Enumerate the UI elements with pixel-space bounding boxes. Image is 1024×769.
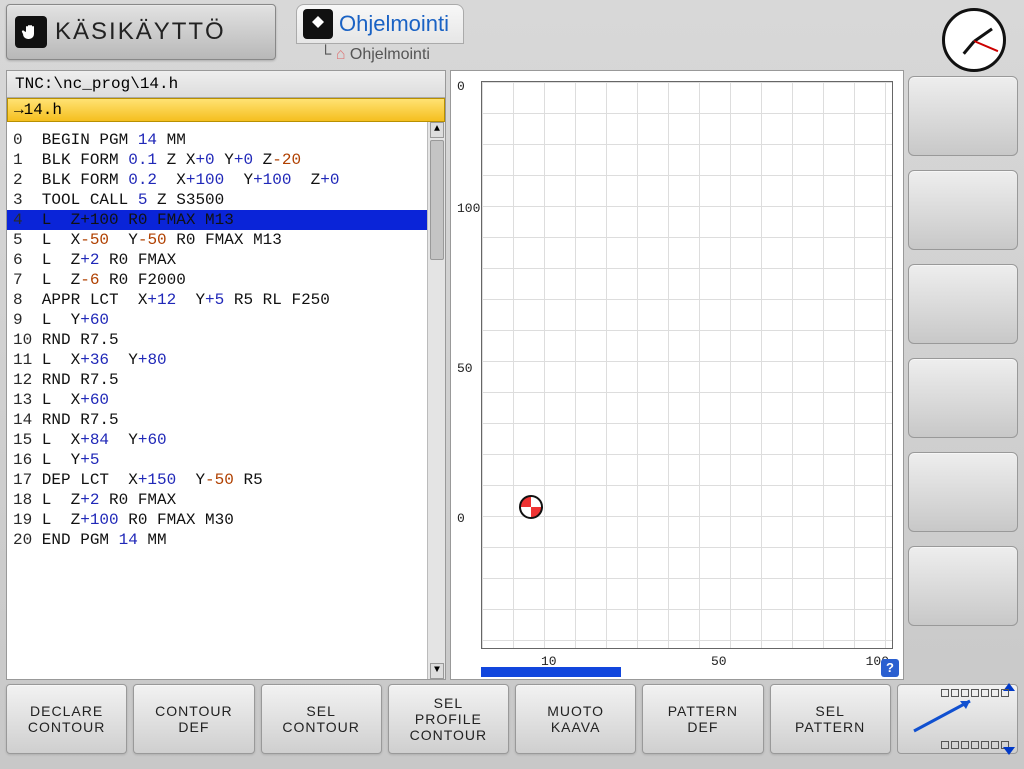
home-icon: ⌂ bbox=[336, 46, 346, 63]
scroll-thumb[interactable] bbox=[430, 140, 444, 260]
code-line[interactable]: 4 L Z+100 R0 FMAX M13 bbox=[7, 210, 445, 230]
y-tick: 50 bbox=[457, 361, 473, 376]
x-tick: 50 bbox=[711, 654, 727, 669]
horizontal-scroll-indicator[interactable] bbox=[481, 667, 621, 677]
code-line[interactable]: 13 L X+60 bbox=[7, 390, 445, 410]
arrow-icon bbox=[910, 695, 980, 735]
y-tick: 0 bbox=[457, 79, 465, 94]
side-softkey-5[interactable] bbox=[908, 452, 1018, 532]
softkey-muoto-kaava[interactable]: MUOTOKAAVA bbox=[515, 684, 636, 754]
code-editor-pane: TNC:\nc_prog\14.h →14.h 0 BEGIN PGM 14 M… bbox=[6, 70, 446, 680]
hand-icon bbox=[15, 16, 47, 48]
mode-label: KÄSIKÄYTTÖ bbox=[55, 18, 226, 46]
code-line[interactable]: 16 L Y+5 bbox=[7, 450, 445, 470]
tab-label: Ohjelmointi bbox=[339, 11, 449, 37]
breadcrumb: └ ⌂ Ohjelmointi bbox=[296, 44, 464, 66]
programming-icon bbox=[303, 9, 333, 39]
side-softkey-3[interactable] bbox=[908, 264, 1018, 344]
y-tick: 0 bbox=[457, 511, 465, 526]
tab-programming[interactable]: Ohjelmointi bbox=[296, 4, 464, 44]
preview-grid[interactable] bbox=[481, 81, 893, 649]
code-line[interactable]: 9 L Y+60 bbox=[7, 310, 445, 330]
file-tab[interactable]: →14.h bbox=[7, 98, 445, 122]
mode-button[interactable]: KÄSIKÄYTTÖ bbox=[6, 4, 276, 60]
code-line[interactable]: 5 L X-50 Y-50 R0 FMAX M13 bbox=[7, 230, 445, 250]
code-line[interactable]: 20 END PGM 14 MM bbox=[7, 530, 445, 550]
help-icon[interactable]: ? bbox=[881, 659, 899, 677]
origin-marker-icon bbox=[519, 495, 543, 519]
page-down-icon bbox=[1003, 747, 1015, 755]
code-line[interactable]: 18 L Z+2 R0 FMAX bbox=[7, 490, 445, 510]
tab-group: Ohjelmointi └ ⌂ Ohjelmointi bbox=[296, 4, 464, 66]
code-line[interactable]: 14 RND R7.5 bbox=[7, 410, 445, 430]
code-line[interactable]: 1 BLK FORM 0.1 Z X+0 Y+0 Z-20 bbox=[7, 150, 445, 170]
code-line[interactable]: 8 APPR LCT X+12 Y+5 R5 RL F250 bbox=[7, 290, 445, 310]
code-line[interactable]: 3 TOOL CALL 5 Z S3500 bbox=[7, 190, 445, 210]
code-listing[interactable]: 0 BEGIN PGM 14 MM1 BLK FORM 0.1 Z X+0 Y+… bbox=[7, 122, 445, 679]
code-line[interactable]: 0 BEGIN PGM 14 MM bbox=[7, 130, 445, 150]
clock-icon bbox=[942, 8, 1006, 72]
bottom-softkey-row: DECLARECONTOURCONTOURDEFSELCONTOURSELPRO… bbox=[0, 680, 1024, 758]
code-line[interactable]: 7 L Z-6 R0 F2000 bbox=[7, 270, 445, 290]
code-line[interactable]: 15 L X+84 Y+60 bbox=[7, 430, 445, 450]
code-line[interactable]: 2 BLK FORM 0.2 X+100 Y+100 Z+0 bbox=[7, 170, 445, 190]
code-line[interactable]: 10 RND R7.5 bbox=[7, 330, 445, 350]
code-line[interactable]: 6 L Z+2 R0 FMAX bbox=[7, 250, 445, 270]
header-bar: KÄSIKÄYTTÖ Ohjelmointi └ ⌂ Ohjelmointi bbox=[0, 0, 1024, 70]
scroll-up-arrow[interactable]: ▲ bbox=[430, 122, 444, 138]
softkey-declare-contour[interactable]: DECLARECONTOUR bbox=[6, 684, 127, 754]
softkey-page-nav[interactable] bbox=[897, 684, 1018, 754]
vertical-scrollbar[interactable]: ▲ ▼ bbox=[427, 122, 445, 679]
code-line[interactable]: 12 RND R7.5 bbox=[7, 370, 445, 390]
code-line[interactable]: 17 DEP LCT X+150 Y-50 R5 bbox=[7, 470, 445, 490]
side-softkey-column bbox=[908, 70, 1018, 680]
softkey-pattern-def[interactable]: PATTERNDEF bbox=[642, 684, 763, 754]
code-line[interactable]: 19 L Z+100 R0 FMAX M30 bbox=[7, 510, 445, 530]
side-softkey-4[interactable] bbox=[908, 358, 1018, 438]
side-softkey-1[interactable] bbox=[908, 76, 1018, 156]
y-tick: 100 bbox=[457, 201, 480, 216]
side-softkey-2[interactable] bbox=[908, 170, 1018, 250]
code-line[interactable]: 11 L X+36 Y+80 bbox=[7, 350, 445, 370]
softkey-sel-contour[interactable]: SELCONTOUR bbox=[261, 684, 382, 754]
file-path: TNC:\nc_prog\14.h bbox=[7, 71, 445, 98]
side-softkey-6[interactable] bbox=[908, 546, 1018, 626]
scroll-down-arrow[interactable]: ▼ bbox=[430, 663, 444, 679]
graphic-preview-pane: 0 100 50 0 10 50 100 ? bbox=[450, 70, 904, 680]
softkey-sel-pattern[interactable]: SELPATTERN bbox=[770, 684, 891, 754]
softkey-sel-profile[interactable]: SELPROFILECONTOUR bbox=[388, 684, 509, 754]
softkey-contour-def[interactable]: CONTOURDEF bbox=[133, 684, 254, 754]
